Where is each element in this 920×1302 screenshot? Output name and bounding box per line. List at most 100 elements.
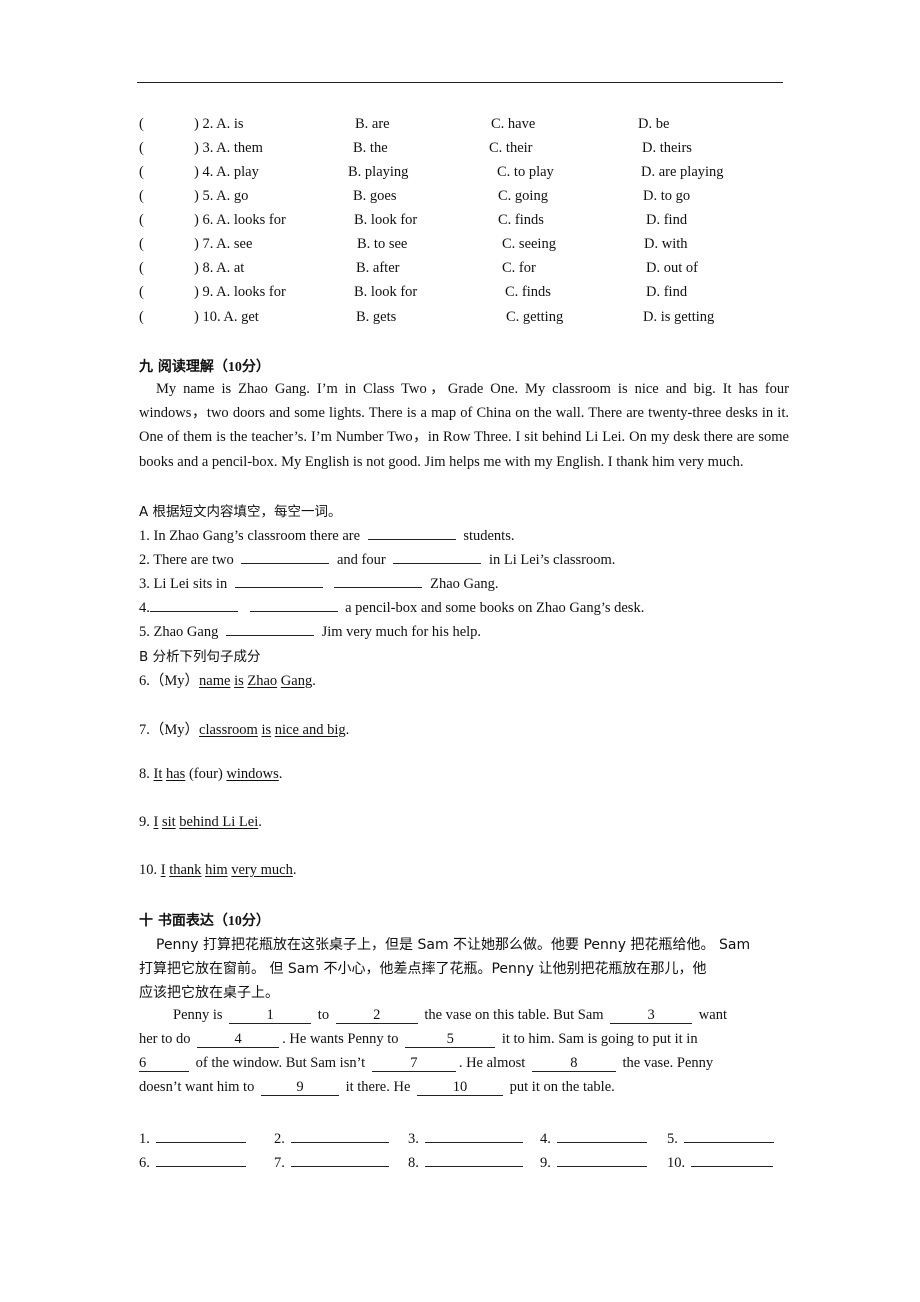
- reading-section-title: 九 阅读理解（10分）: [139, 359, 270, 375]
- reading-passage: My name is Zhao Gang. I’m in Class Two，G…: [139, 381, 789, 470]
- option-b: B. after: [356, 260, 400, 276]
- answer-paren[interactable]: (: [139, 284, 144, 301]
- mc-question-2: ( ) 2. A. is B. are C. have D. be: [139, 116, 799, 136]
- writing-section-title: 十 书面表达（10分）: [139, 913, 270, 929]
- answer-paren[interactable]: (: [139, 140, 144, 157]
- sentence-component: name: [199, 673, 231, 689]
- answer-slot-4: 4.: [540, 1128, 647, 1148]
- sentence-component: classroom: [199, 722, 258, 738]
- cloze-line-1: Penny is 1 to 2 the vase on this table. …: [173, 1007, 727, 1024]
- answer-line[interactable]: [424, 1152, 523, 1167]
- question-number-option-a: ) 3. A. them: [194, 140, 263, 156]
- option-d: D. out of: [646, 260, 698, 276]
- writing-prompt-line-2: 打算把它放在窗前。 但 Sam 不小心，他差点摔了花瓶。Penny 让他别把花瓶…: [139, 961, 707, 977]
- answer-line[interactable]: [290, 1152, 389, 1167]
- sentence-component: very much: [231, 862, 293, 878]
- answer-paren[interactable]: (: [139, 236, 144, 253]
- answer-line[interactable]: [683, 1128, 774, 1143]
- option-d: D. is getting: [643, 309, 715, 325]
- option-b: B. goes: [353, 188, 397, 204]
- numbered-blank[interactable]: 8: [531, 1056, 616, 1072]
- answer-line[interactable]: [424, 1128, 523, 1143]
- mc-question-9: ( ) 9. A. looks for B. look for C. finds…: [139, 284, 799, 304]
- mc-question-7: ( ) 7. A. see B. to see C. seeing D. wit…: [139, 236, 799, 256]
- sentence-component: Gang: [280, 673, 313, 689]
- sentence-component: thank: [169, 862, 202, 878]
- numbered-blank[interactable]: 5: [405, 1032, 496, 1048]
- mc-question-3: ( ) 3. A. them B. the C. their D. theirs: [139, 140, 799, 160]
- answer-paren[interactable]: (: [139, 212, 144, 229]
- sentence-analysis-8: 8. It has (four) windows.: [139, 766, 283, 782]
- option-b: B. gets: [356, 309, 397, 325]
- answer-line[interactable]: [290, 1128, 389, 1143]
- numbered-blank[interactable]: 10: [417, 1080, 504, 1096]
- answer-slot-10: 10.: [667, 1152, 774, 1172]
- fill-question-1: 1. In Zhao Gang’s classroom there are st…: [139, 525, 514, 545]
- mc-question-8: ( ) 8. A. at B. after C. for D. out of: [139, 260, 799, 280]
- fill-question-2: 2. There are two and four in Li Lei’s cl…: [139, 549, 615, 569]
- answer-paren[interactable]: (: [139, 260, 144, 277]
- answer-slot-6: 6.: [139, 1152, 246, 1172]
- answer-blank[interactable]: [225, 621, 314, 636]
- numbered-blank[interactable]: 3: [610, 1008, 693, 1024]
- answer-line[interactable]: [155, 1128, 246, 1143]
- option-c: C. have: [491, 116, 536, 132]
- answer-blank[interactable]: [334, 573, 423, 588]
- option-d: D. with: [644, 236, 688, 252]
- option-c: C. to play: [497, 164, 554, 180]
- fill-question-5: 5. Zhao Gang Jim very much for his help.: [139, 621, 481, 641]
- option-c: C. finds: [498, 212, 544, 228]
- option-d: D. find: [646, 284, 688, 300]
- answer-paren[interactable]: (: [139, 164, 144, 181]
- fill-question-4: 4. a pencil-box and some books on Zhao G…: [139, 597, 644, 617]
- answer-blank[interactable]: [149, 597, 238, 612]
- numbered-blank[interactable]: 6: [139, 1056, 189, 1072]
- answer-blank[interactable]: [393, 549, 482, 564]
- answer-slot-9: 9.: [540, 1152, 647, 1172]
- option-c: C. going: [498, 188, 548, 204]
- answer-paren[interactable]: (: [139, 188, 144, 205]
- option-d: D. be: [638, 116, 670, 132]
- sentence-component: has: [165, 766, 186, 782]
- numbered-blank[interactable]: 1: [229, 1008, 312, 1024]
- mc-question-4: ( ) 4. A. play B. playing C. to play D. …: [139, 164, 799, 184]
- sentence-analysis-6: 6.（My）name is Zhao Gang.: [139, 673, 316, 689]
- answer-blank[interactable]: [249, 597, 338, 612]
- mc-question-6: ( ) 6. A. looks for B. look for C. finds…: [139, 212, 799, 232]
- numbered-blank[interactable]: 2: [335, 1008, 418, 1024]
- answer-slot-8: 8.: [408, 1152, 523, 1172]
- cloze-line-4: doesn’t want him to 9 it there. He 10 pu…: [139, 1079, 615, 1096]
- answer-line[interactable]: [691, 1152, 774, 1167]
- fill-question-3: 3. Li Lei sits in Zhao Gang.: [139, 573, 499, 593]
- sentence-component: nice and big: [274, 722, 346, 738]
- sentence-component: It: [153, 766, 163, 782]
- option-c: C. for: [502, 260, 536, 276]
- numbered-blank[interactable]: 4: [197, 1032, 280, 1048]
- option-c: C. finds: [505, 284, 551, 300]
- question-number-option-a: ) 5. A. go: [194, 188, 249, 204]
- mc-question-10: ( ) 10. A. get B. gets C. getting D. is …: [139, 309, 799, 329]
- answer-blank[interactable]: [367, 525, 456, 540]
- answer-paren[interactable]: (: [139, 309, 144, 326]
- answer-slot-3: 3.: [408, 1128, 523, 1148]
- question-number-option-a: ) 4. A. play: [194, 164, 259, 180]
- answer-line[interactable]: [556, 1152, 647, 1167]
- option-c: C. their: [489, 140, 533, 156]
- numbered-blank[interactable]: 9: [260, 1080, 339, 1096]
- answer-paren[interactable]: (: [139, 116, 144, 133]
- option-b: B. look for: [354, 284, 418, 300]
- option-c: C. seeing: [502, 236, 556, 252]
- sentence-component: I: [160, 862, 166, 878]
- option-b: B. to see: [357, 236, 408, 252]
- sentence-component: windows: [226, 766, 279, 782]
- answer-line[interactable]: [155, 1152, 246, 1167]
- answer-blank[interactable]: [241, 549, 330, 564]
- sentence-component: behind Li Lei: [179, 814, 259, 830]
- numbered-blank[interactable]: 7: [371, 1056, 456, 1072]
- option-d: D. are playing: [641, 164, 724, 180]
- answer-blank[interactable]: [234, 573, 323, 588]
- option-b: B. are: [355, 116, 390, 132]
- cloze-line-2: her to do 4. He wants Penny to 5 it to h…: [139, 1031, 698, 1048]
- answer-line[interactable]: [556, 1128, 647, 1143]
- question-number-option-a: ) 10. A. get: [194, 309, 259, 325]
